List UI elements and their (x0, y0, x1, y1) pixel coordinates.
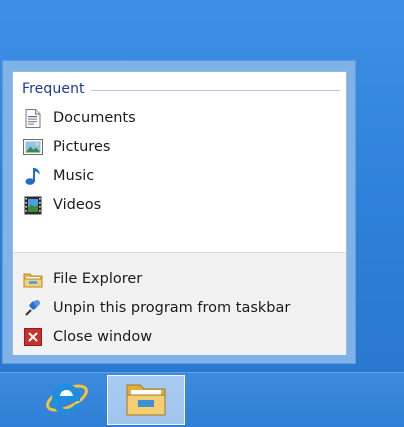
jump-item-label: Music (53, 168, 95, 184)
task-label: Close window (53, 329, 153, 345)
music-icon (22, 166, 44, 186)
unpin-icon (22, 298, 44, 318)
task-file-explorer[interactable]: File Explorer (22, 267, 332, 291)
task-close-window[interactable]: Close window (22, 325, 332, 349)
close-icon (22, 327, 44, 347)
jump-list: Frequent Documents Pictures Music Videos… (2, 60, 356, 364)
task-label: Unpin this program from taskbar (53, 300, 291, 316)
pictures-icon (22, 137, 44, 157)
file-explorer-icon (125, 379, 167, 421)
frequent-header: Frequent (22, 80, 340, 98)
tasks-section: File Explorer Unpin this program from ta… (13, 252, 346, 355)
taskbar-button-internet-explorer[interactable] (28, 375, 106, 425)
category-divider (90, 89, 340, 91)
documents-icon (22, 108, 44, 128)
taskbar-button-file-explorer[interactable] (107, 375, 185, 425)
jump-item-label: Pictures (53, 139, 111, 155)
jump-item-music[interactable]: Music (22, 164, 332, 188)
videos-icon (22, 195, 44, 215)
jump-item-documents[interactable]: Documents (22, 106, 332, 130)
taskbar (0, 372, 404, 427)
frequent-section: Frequent Documents Pictures Music Videos (13, 72, 346, 252)
folder-icon (22, 269, 44, 289)
internet-explorer-icon (45, 376, 89, 424)
category-title: Frequent (22, 81, 85, 97)
jump-item-label: Documents (53, 110, 136, 126)
jump-item-videos[interactable]: Videos (22, 193, 332, 217)
jump-list-panel: Frequent Documents Pictures Music Videos… (12, 71, 347, 355)
task-unpin[interactable]: Unpin this program from taskbar (22, 296, 332, 320)
jump-item-label: Videos (53, 197, 102, 213)
jump-item-pictures[interactable]: Pictures (22, 135, 332, 159)
task-label: File Explorer (53, 271, 143, 287)
